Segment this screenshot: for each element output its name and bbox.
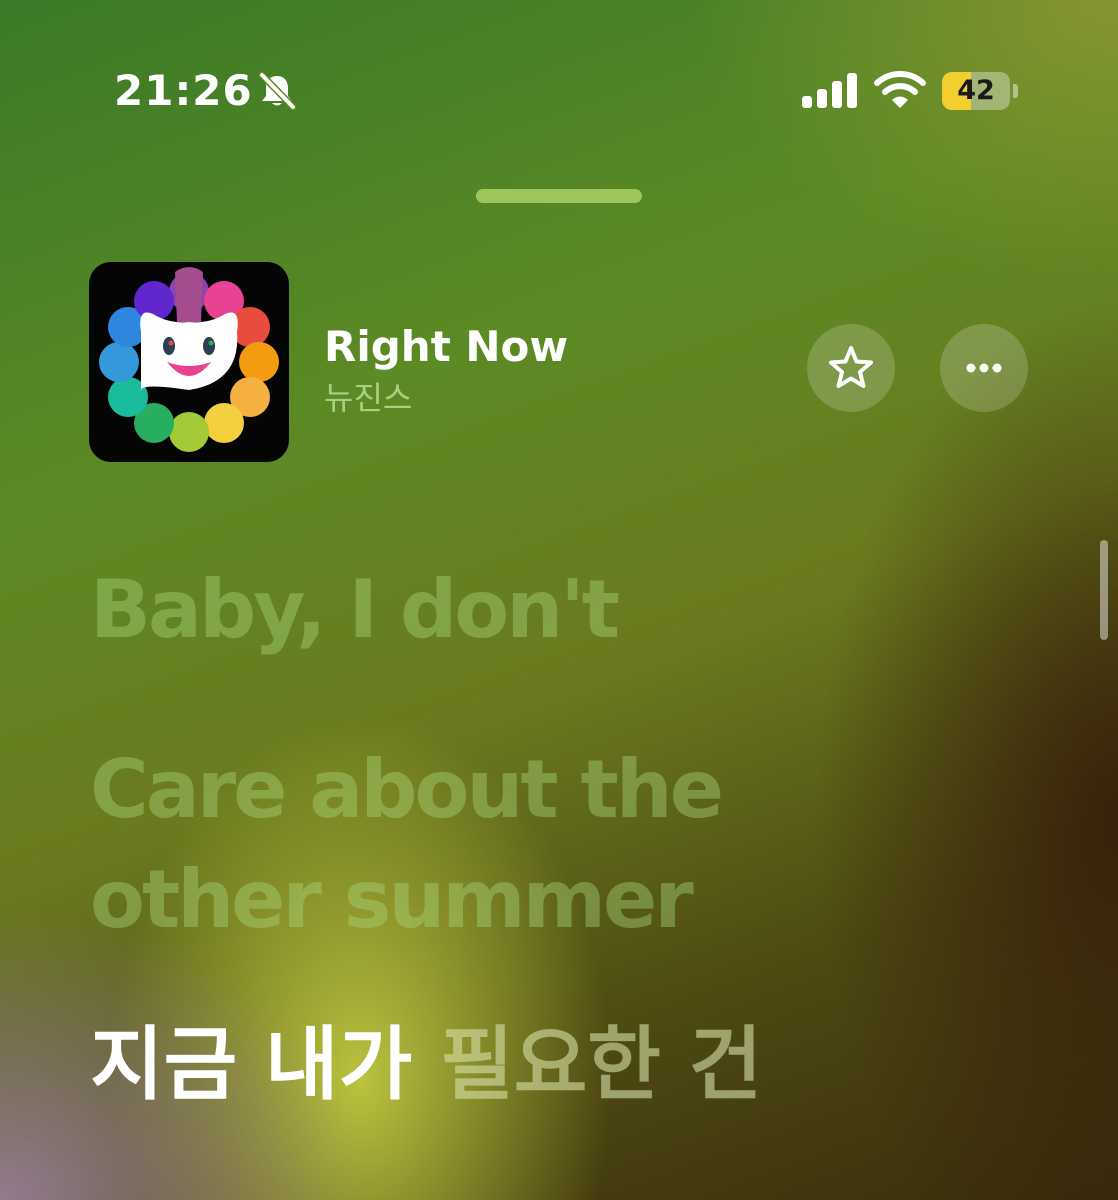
wifi-icon [874, 71, 926, 108]
status-bar: 21:26 42 [0, 0, 1118, 140]
ellipsis-icon [966, 363, 1002, 373]
album-artwork[interactable] [89, 262, 289, 462]
lyric-line[interactable]: Baby, I don't [90, 555, 620, 665]
sheet-grabber[interactable] [476, 189, 642, 203]
track-title[interactable]: Right Now [324, 322, 568, 371]
track-artist[interactable]: 뉴진스 [324, 373, 412, 419]
rainbow-flower-artwork [99, 267, 279, 452]
favorite-button[interactable] [807, 324, 895, 412]
bell-slash-icon [258, 71, 297, 111]
lyric-line[interactable]: Care about the other summer [90, 735, 724, 955]
star-icon [829, 346, 873, 388]
battery-level: 42 [957, 75, 995, 106]
current-lyric-line[interactable]: 지금 내가 필요한 건 [90, 1010, 762, 1120]
lyric-unsung-part: 필요한 건 [440, 1018, 763, 1111]
more-options-button[interactable] [940, 324, 1028, 412]
status-time: 21:26 [114, 66, 253, 115]
cellular-signal-icon [802, 73, 857, 108]
lyric-sung-part: 지금 내가 [90, 1018, 441, 1111]
battery-indicator: 42 [942, 72, 1020, 110]
scroll-indicator[interactable] [1100, 540, 1108, 640]
battery-cap [1013, 84, 1018, 98]
